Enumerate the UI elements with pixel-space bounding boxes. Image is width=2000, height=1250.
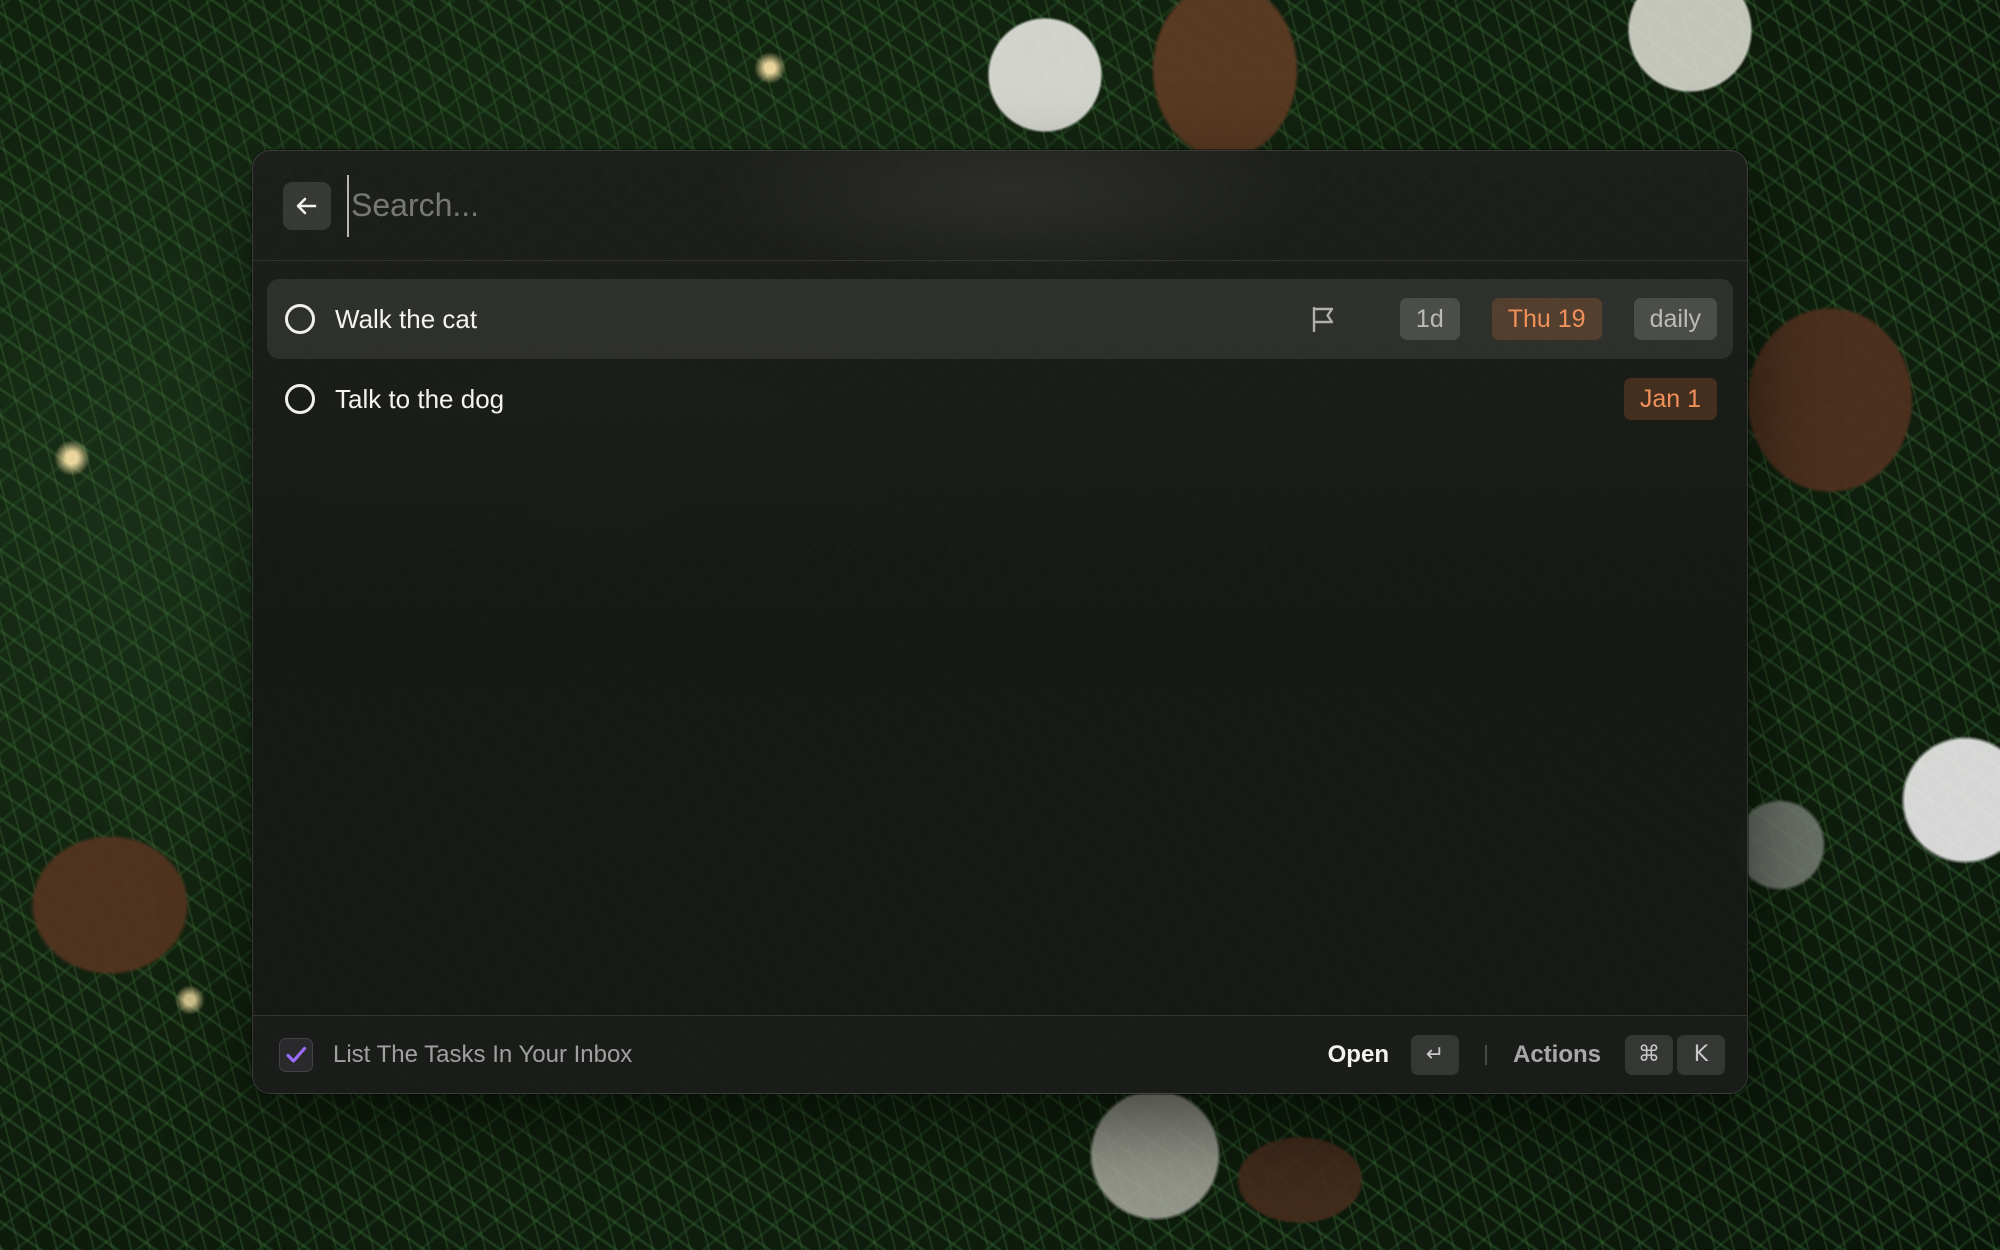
task-title: Walk the cat [335, 303, 478, 334]
task-checkbox[interactable] [285, 304, 315, 334]
command-key-icon: ⌘ [1625, 1034, 1673, 1075]
back-button[interactable] [283, 181, 331, 230]
recurrence-badge: daily [1633, 298, 1717, 340]
footer-divider [1484, 1044, 1487, 1065]
return-key-icon: ↵ [1410, 1034, 1459, 1075]
duration-badge: 1d [1399, 298, 1460, 340]
task-list: Walk the cat 1d Thu 19 daily Talk to the… [267, 279, 1733, 439]
actions-menu-button[interactable]: Actions [1513, 1041, 1601, 1069]
k-key-icon: K [1677, 1034, 1725, 1075]
search-bar [253, 151, 1747, 261]
due-date-badge: Jan 1 [1623, 378, 1717, 420]
command-title: List The Tasks In Your Inbox [333, 1040, 633, 1068]
task-row-talk-to-the-dog[interactable]: Talk to the dog Jan 1 [267, 359, 1733, 439]
checkmark-app-icon [279, 1037, 313, 1072]
flag-icon [1308, 304, 1338, 334]
search-input[interactable] [347, 174, 1747, 237]
arrow-left-icon [296, 197, 317, 214]
task-row-walk-the-cat[interactable]: Walk the cat 1d Thu 19 daily [267, 279, 1733, 359]
due-date-badge: Thu 19 [1491, 298, 1602, 340]
task-title: Talk to the dog [335, 383, 505, 414]
command-palette-window: Walk the cat 1d Thu 19 daily Talk to the… [252, 150, 1748, 1094]
task-checkbox[interactable] [285, 384, 315, 414]
open-action-button[interactable]: Open [1328, 1041, 1389, 1069]
footer-bar: List The Tasks In Your Inbox Open ↵ Acti… [253, 1015, 1747, 1093]
